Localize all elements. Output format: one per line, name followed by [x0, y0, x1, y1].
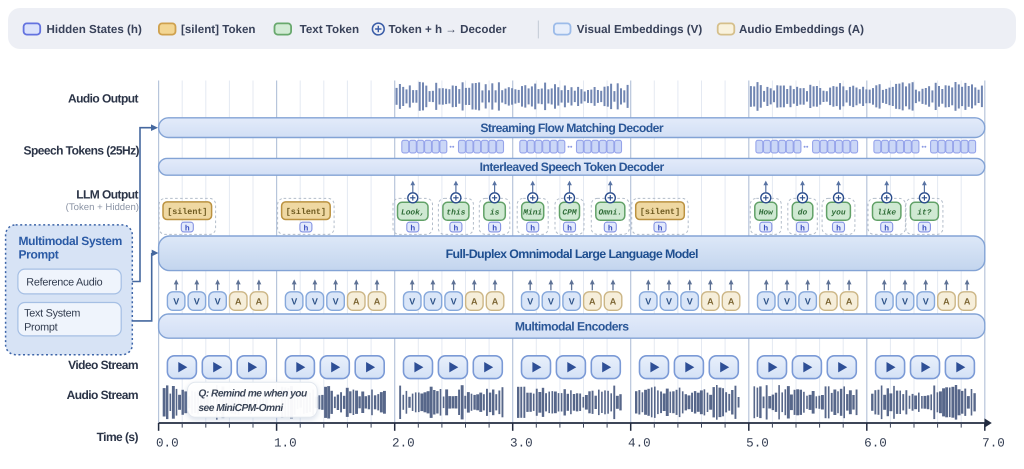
svg-text:A: A [943, 297, 950, 307]
svg-text:Q: Remind me when you: Q: Remind me when you [198, 389, 308, 400]
svg-text:V: V [763, 297, 769, 307]
svg-text:V: V [527, 297, 533, 307]
svg-text:V: V [645, 297, 651, 307]
svg-text:A: A [728, 297, 735, 307]
svg-text:Time (s): Time (s) [97, 430, 139, 444]
svg-text:h: h [658, 224, 663, 233]
svg-text:CPM: CPM [562, 209, 576, 218]
svg-text:h: h [836, 224, 841, 233]
svg-text:V: V [215, 297, 221, 307]
svg-text:A: A [353, 297, 360, 307]
svg-text:is: is [490, 209, 500, 218]
svg-text:V: V [923, 297, 929, 307]
svg-text:h: h [567, 224, 572, 233]
svg-text:Omni.: Omni. [598, 209, 622, 218]
svg-text:h: h [530, 224, 535, 233]
svg-text:A: A [256, 297, 263, 307]
svg-text:Audio Stream: Audio Stream [67, 388, 138, 402]
svg-text:h: h [303, 224, 308, 233]
svg-text:Visual Embeddings (V): Visual Embeddings (V) [577, 23, 703, 36]
svg-text:3.0: 3.0 [510, 437, 533, 451]
svg-text:A: A [589, 297, 596, 307]
svg-text:Multimodal System: Multimodal System [19, 234, 122, 248]
svg-text:LLM Output: LLM Output [76, 188, 138, 202]
svg-text:Full-Duplex Omnimodal Large La: Full-Duplex Omnimodal Large Language Mod… [446, 247, 698, 261]
svg-text:h: h [185, 224, 190, 233]
svg-text:V: V [881, 297, 887, 307]
svg-text:V: V [784, 297, 790, 307]
svg-text:V: V [333, 297, 339, 307]
svg-text:V: V [687, 297, 693, 307]
svg-text:it?: it? [917, 209, 931, 218]
svg-text:V: V [312, 297, 318, 307]
svg-text:5.0: 5.0 [746, 437, 769, 451]
svg-text:V: V [666, 297, 672, 307]
svg-text:A: A [235, 297, 242, 307]
svg-text:V: V [548, 297, 554, 307]
svg-text:6.0: 6.0 [864, 437, 887, 451]
svg-text:h: h [884, 224, 889, 233]
svg-text:Look,: Look, [401, 209, 425, 218]
svg-text:0.0: 0.0 [156, 437, 179, 451]
svg-text:V: V [805, 297, 811, 307]
svg-text:Video Stream: Video Stream [68, 358, 138, 372]
svg-text:h: h [922, 224, 927, 233]
svg-text:[silent]: [silent] [167, 207, 207, 217]
svg-text:A: A [707, 297, 714, 307]
svg-text:do: do [798, 209, 808, 218]
svg-text:A: A [825, 297, 832, 307]
svg-text:A: A [610, 297, 617, 307]
svg-text:A: A [471, 297, 478, 307]
svg-text:V: V [291, 297, 297, 307]
svg-text:this: this [446, 209, 465, 218]
svg-text:How: How [759, 209, 774, 218]
svg-text:V: V [173, 297, 179, 307]
svg-text:Audio Output: Audio Output [68, 91, 139, 105]
svg-text:7.0: 7.0 [982, 437, 1005, 451]
svg-text:1.0: 1.0 [274, 437, 297, 451]
svg-text:(Token + Hidden): (Token + Hidden) [66, 202, 139, 213]
svg-text:V: V [430, 297, 436, 307]
svg-text:[silent]: [silent] [286, 207, 326, 217]
svg-text:Reference Audio: Reference Audio [26, 276, 102, 288]
svg-text:Hidden States (h): Hidden States (h) [47, 23, 142, 36]
svg-text:like: like [877, 209, 896, 218]
svg-text:A: A [964, 297, 971, 307]
svg-text:Speech Tokens (25Hz): Speech Tokens (25Hz) [24, 143, 140, 157]
svg-text:V: V [194, 297, 200, 307]
svg-text:Audio Embeddings (A): Audio Embeddings (A) [739, 23, 864, 36]
svg-text:V: V [409, 297, 415, 307]
svg-text:[silent]: [silent] [640, 207, 680, 217]
svg-text:h: h [492, 224, 497, 233]
svg-text:A: A [846, 297, 853, 307]
svg-text:V: V [569, 297, 575, 307]
svg-text:Streaming Flow Matching Decode: Streaming Flow Matching Decoder [480, 121, 664, 135]
svg-text:[silent] Token: [silent] Token [181, 23, 256, 36]
svg-text:you: you [830, 209, 845, 218]
svg-text:4.0: 4.0 [628, 437, 651, 451]
svg-text:V: V [451, 297, 457, 307]
svg-text:h: h [608, 224, 613, 233]
svg-text:Mini: Mini [522, 209, 542, 218]
svg-text:Multimodal Encoders: Multimodal Encoders [515, 320, 629, 334]
svg-text:h: h [453, 224, 458, 233]
svg-text:see MiniCPM-Omni: see MiniCPM-Omni [198, 403, 283, 414]
svg-text:Token + h → Decoder: Token + h → Decoder [389, 23, 507, 36]
svg-text:h: h [410, 224, 415, 233]
svg-text:A: A [374, 297, 381, 307]
svg-text:V: V [902, 297, 908, 307]
svg-text:A: A [492, 297, 499, 307]
svg-text:h: h [800, 224, 805, 233]
svg-text:Prompt: Prompt [19, 247, 59, 261]
svg-text:Interleaved Speech Token Decod: Interleaved Speech Token Decoder [480, 160, 665, 174]
svg-text:Text System: Text System [24, 308, 80, 320]
svg-text:Prompt: Prompt [24, 322, 58, 334]
svg-text:2.0: 2.0 [392, 437, 415, 451]
svg-text:h: h [763, 224, 768, 233]
svg-text:Text Token: Text Token [300, 23, 359, 36]
